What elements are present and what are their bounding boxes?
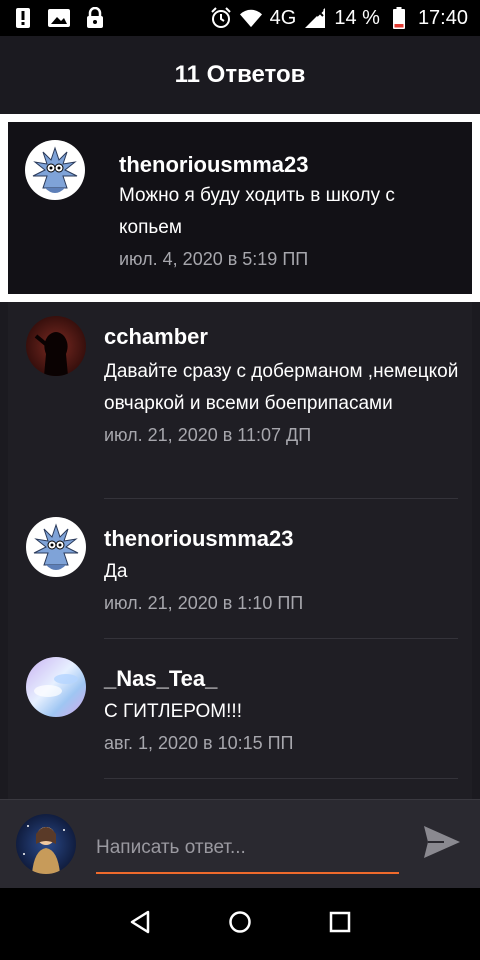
send-icon <box>422 822 462 867</box>
signal-icon <box>304 7 326 29</box>
comment-timestamp: авг. 1, 2020 в 10:15 ПП <box>104 733 294 753</box>
clock: 17:40 <box>417 6 468 29</box>
battery-icon <box>388 7 410 29</box>
comment-text: Можно я буду ходить в школу с копьем <box>119 185 395 238</box>
comment-timestamp: июл. 21, 2020 в 1:10 ПП <box>104 593 304 613</box>
reply-content: _Nas_Tea_ С ГИТЛЕРОМ!!! авг. 1, 2020 в 1… <box>104 664 464 758</box>
comment-text: Давайте сразу с доберманом ,немецкой овч… <box>104 361 459 414</box>
avatar[interactable] <box>26 657 86 717</box>
parent-comment[interactable]: thenoriousmma23 Можно я буду ходить в шк… <box>8 122 472 294</box>
status-right: 4G 14 % 17:40 <box>210 7 468 30</box>
alarm-icon <box>210 7 232 29</box>
comment-username[interactable]: _Nas_Tea_ <box>104 664 464 694</box>
send-button[interactable] <box>420 822 464 866</box>
home-button[interactable] <box>220 904 260 944</box>
parent-comment-content: thenoriousmma23 Можно я буду ходить в шк… <box>119 150 449 274</box>
header: 11 Ответов <box>0 36 480 114</box>
avatar[interactable] <box>26 316 86 376</box>
recents-icon <box>329 911 351 938</box>
list-item[interactable]: thenoriousmma23 Да июл. 21, 2020 в 1:10 … <box>8 499 472 638</box>
list-item[interactable]: _Nas_Tea_ С ГИТЛЕРОМ!!! авг. 1, 2020 в 1… <box>8 639 472 778</box>
battery-percent: 14 % <box>334 6 380 29</box>
navigation-bar <box>0 888 480 960</box>
parent-comment-frame: thenoriousmma23 Можно я буду ходить в шк… <box>0 114 480 302</box>
back-icon <box>129 910 151 939</box>
recents-button[interactable] <box>320 904 360 944</box>
reply-content: cchamber Давайте сразу с доберманом ,нем… <box>104 322 464 450</box>
reply-composer <box>0 799 480 888</box>
page-title: 11 Ответов <box>174 61 306 88</box>
lock-icon <box>84 7 106 29</box>
comment-timestamp: июл. 4, 2020 в 5:19 ПП <box>119 249 309 269</box>
network-type: 4G <box>269 6 297 29</box>
comment-text: С ГИТЛЕРОМ!!! <box>104 701 242 722</box>
comment-username[interactable]: thenoriousmma23 <box>104 524 464 554</box>
reply-input[interactable] <box>96 824 399 874</box>
status-bar: 4G 14 % 17:40 <box>0 0 480 36</box>
avatar[interactable] <box>26 517 86 577</box>
divider <box>104 778 458 779</box>
image-icon <box>48 7 70 29</box>
status-left <box>12 7 106 29</box>
comment-timestamp: июл. 21, 2020 в 11:07 ДП <box>104 425 312 445</box>
avatar[interactable] <box>16 814 76 874</box>
avatar[interactable] <box>25 140 85 200</box>
comment-username[interactable]: thenoriousmma23 <box>119 150 449 180</box>
comment-username[interactable]: cchamber <box>104 322 464 352</box>
wifi-icon <box>239 7 262 29</box>
reply-content: thenoriousmma23 Да июл. 21, 2020 в 1:10 … <box>104 524 464 618</box>
alert-icon <box>12 7 34 29</box>
back-button[interactable] <box>120 904 160 944</box>
replies-list[interactable]: cchamber Давайте сразу с доберманом ,нем… <box>0 302 480 799</box>
home-icon <box>228 910 252 939</box>
comment-text: Да <box>104 561 128 582</box>
list-item[interactable]: cchamber Давайте сразу с доберманом ,нем… <box>8 302 472 498</box>
